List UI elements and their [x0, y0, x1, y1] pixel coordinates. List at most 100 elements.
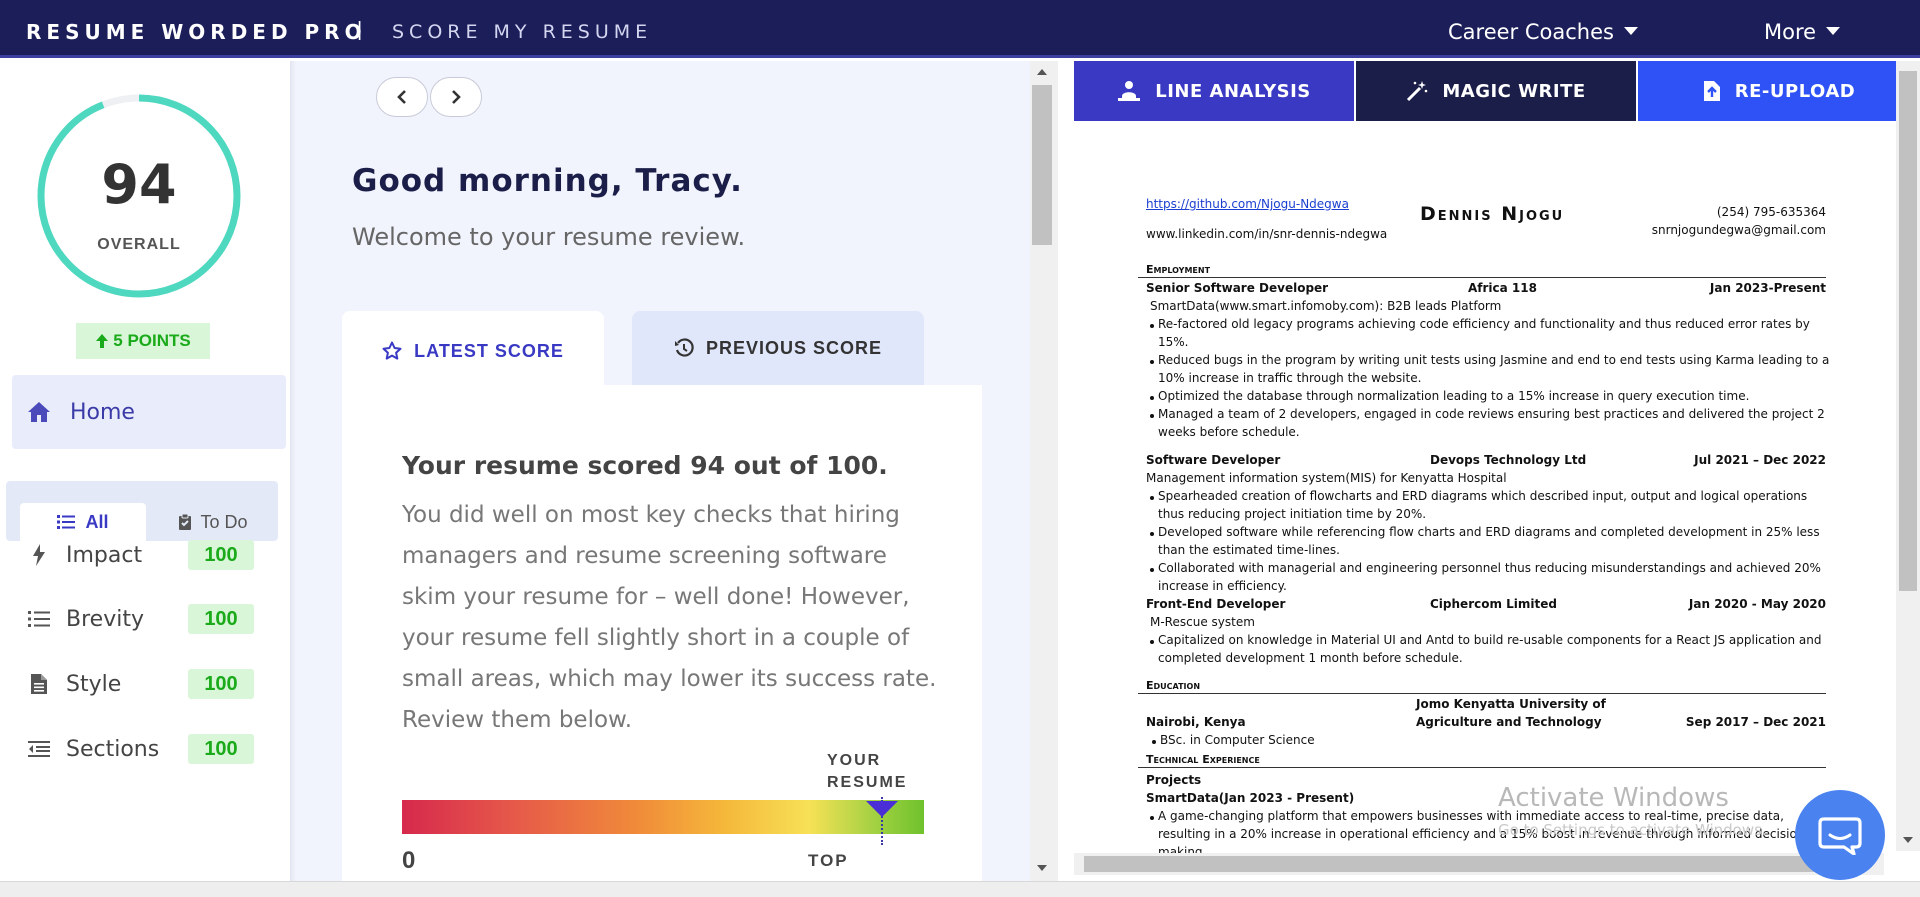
tab-latest-score[interactable]: LATEST SCORE — [342, 311, 604, 391]
tab-reupload[interactable]: RE-UPLOAD — [1638, 61, 1920, 121]
category-score-badge: 100 — [188, 540, 254, 570]
scroll-up-arrow[interactable] — [1037, 69, 1047, 75]
arrow-up-icon — [96, 334, 109, 348]
sidebar: 94 OVERALL 5 POINTS Home All To Do Impac… — [0, 61, 290, 897]
job-bullet-cont: 15%. — [1158, 335, 1189, 349]
sidebar-item-label: Home — [70, 399, 135, 425]
job-bullet: Reduced bugs in the program by writing u… — [1158, 353, 1830, 367]
section-heading-technical-experience: Technical Experience — [1146, 753, 1260, 766]
range-min-label: 0 — [402, 847, 416, 874]
resume-vertical-scrollbar[interactable] — [1896, 61, 1920, 851]
job-subtitle: SmartData(www.smart.infomoby.com): B2B l… — [1150, 299, 1502, 313]
chevron-down-icon — [1826, 27, 1841, 35]
tab-magic-write[interactable]: MAGIC WRITE — [1356, 61, 1636, 121]
top-navigation-bar: RESUME WORDED PRO | SCORE MY RESUME Care… — [0, 0, 1920, 58]
range-top-label: TOP — [808, 851, 849, 870]
lightning-icon — [26, 544, 52, 566]
sections-icon — [26, 740, 52, 758]
job-dates: Jan 2020 - May 2020 — [1688, 597, 1826, 611]
tab-label: LATEST SCORE — [414, 340, 564, 361]
document-icon — [26, 674, 52, 694]
list-icon — [57, 515, 76, 529]
category-score-badge: 100 — [188, 734, 254, 764]
tab-label: RE-UPLOAD — [1734, 80, 1856, 102]
chevron-right-icon — [452, 90, 461, 104]
resume-email: snrnjogundegwa@gmail.com — [1651, 223, 1826, 237]
window-bottom-edge — [0, 881, 1920, 897]
tab-previous-score[interactable]: PREVIOUS SCORE — [632, 311, 924, 385]
score-range-bar — [402, 800, 924, 834]
brand-separator: | — [357, 19, 363, 41]
job-subtitle: M-Rescue system — [1150, 615, 1255, 629]
sidebar-item-home[interactable]: Home — [12, 375, 286, 449]
overall-score-value: 94 — [101, 153, 177, 216]
windows-activation-watermark: Activate Windows — [1498, 783, 1729, 813]
list-icon — [26, 610, 52, 628]
job-bullet-cont: than the estimated time-lines. — [1158, 543, 1340, 557]
job-bullet: Developed software while referencing flo… — [1158, 525, 1820, 539]
file-upload-icon — [1703, 81, 1720, 101]
career-coaches-menu[interactable]: Career Coaches — [1448, 20, 1638, 44]
filter-todo-label: To Do — [200, 511, 248, 532]
sidebar-item-brevity[interactable]: Brevity 100 — [26, 599, 262, 639]
education-school-line2: Agriculture and Technology — [1416, 715, 1602, 729]
bullet — [1150, 816, 1154, 820]
sidebar-item-impact[interactable]: Impact 100 — [26, 535, 262, 575]
points-gain-text: 5 POINTS — [113, 331, 191, 350]
overall-score-label: OVERALL — [97, 236, 181, 253]
sidebar-item-sections[interactable]: Sections 100 — [26, 729, 262, 769]
project-title: SmartData(Jan 2023 - Present) — [1146, 791, 1355, 805]
home-icon — [28, 402, 50, 422]
more-label: More — [1764, 20, 1817, 44]
bullet — [1150, 414, 1154, 418]
bullet — [1150, 640, 1154, 644]
category-score-badge: 100 — [188, 669, 254, 699]
next-button[interactable] — [430, 77, 482, 117]
tab-line-analysis[interactable]: LINE ANALYSIS — [1074, 61, 1354, 121]
scrollbar-thumb[interactable] — [1032, 85, 1052, 245]
job-title: Software Developer — [1146, 453, 1281, 467]
job-subtitle: Management information system(MIS) for K… — [1146, 471, 1507, 485]
job-bullet-cont: increase in efficiency. — [1158, 579, 1287, 593]
clipboard-check-icon — [179, 513, 192, 530]
filter-all-label: All — [85, 511, 109, 532]
job-bullet: Capitalized on knowledge in Material UI … — [1158, 633, 1822, 647]
section-rule — [1138, 693, 1826, 694]
scrollbar-thumb[interactable] — [1084, 856, 1864, 872]
score-summary-body: You did well on most key checks that hir… — [402, 502, 937, 733]
tab-label: MAGIC WRITE — [1442, 80, 1586, 102]
scroll-down-arrow[interactable] — [1037, 865, 1047, 871]
career-coaches-label: Career Coaches — [1448, 20, 1614, 44]
page-title: SCORE MY RESUME — [392, 21, 653, 43]
projects-label: Projects — [1146, 773, 1202, 787]
greeting-heading: Good morning, Tracy. — [352, 163, 743, 199]
resume-horizontal-scrollbar[interactable] — [1074, 853, 1884, 875]
github-link[interactable]: https://github.com/Njogu-Ndegwa — [1146, 197, 1349, 211]
score-summary-title: Your resume scored 94 out of 100. — [402, 451, 888, 480]
job-bullet-cont: thus reducing project initiation time by… — [1158, 507, 1427, 521]
bullet — [1150, 324, 1154, 328]
chat-support-button[interactable] — [1795, 790, 1885, 880]
windows-activation-subtext: Go to Settings to activate Windows. — [1498, 821, 1767, 839]
scrollbar-thumb[interactable] — [1899, 71, 1917, 591]
category-label: Style — [66, 671, 122, 697]
tab-label: LINE ANALYSIS — [1155, 80, 1311, 102]
points-gain-badge: 5 POINTS — [76, 323, 210, 359]
your-resume-label-line1: YOUR — [827, 752, 882, 769]
job-company: Africa 118 — [1468, 281, 1537, 295]
job-title: Front-End Developer — [1146, 597, 1286, 611]
more-menu[interactable]: More — [1764, 20, 1841, 44]
job-bullet-cont: 10% increase in traffic through the webs… — [1158, 371, 1422, 385]
main-panel-scrollbar[interactable] — [1030, 61, 1058, 881]
scroll-down-arrow[interactable] — [1903, 837, 1913, 843]
sidebar-item-style[interactable]: Style 100 — [26, 664, 262, 704]
star-icon — [382, 341, 402, 361]
job-bullet: Spearheaded creation of flowcharts and E… — [1158, 489, 1808, 503]
previous-button[interactable] — [376, 77, 428, 117]
job-bullet: Optimized the database through normaliza… — [1158, 389, 1750, 403]
education-school-line1: Jomo Kenyatta University of — [1416, 697, 1606, 711]
brand-logo[interactable]: RESUME WORDED PRO — [26, 20, 367, 44]
category-label: Sections — [66, 736, 160, 762]
user-teach-icon — [1118, 81, 1141, 101]
resume-position-marker — [866, 801, 899, 817]
